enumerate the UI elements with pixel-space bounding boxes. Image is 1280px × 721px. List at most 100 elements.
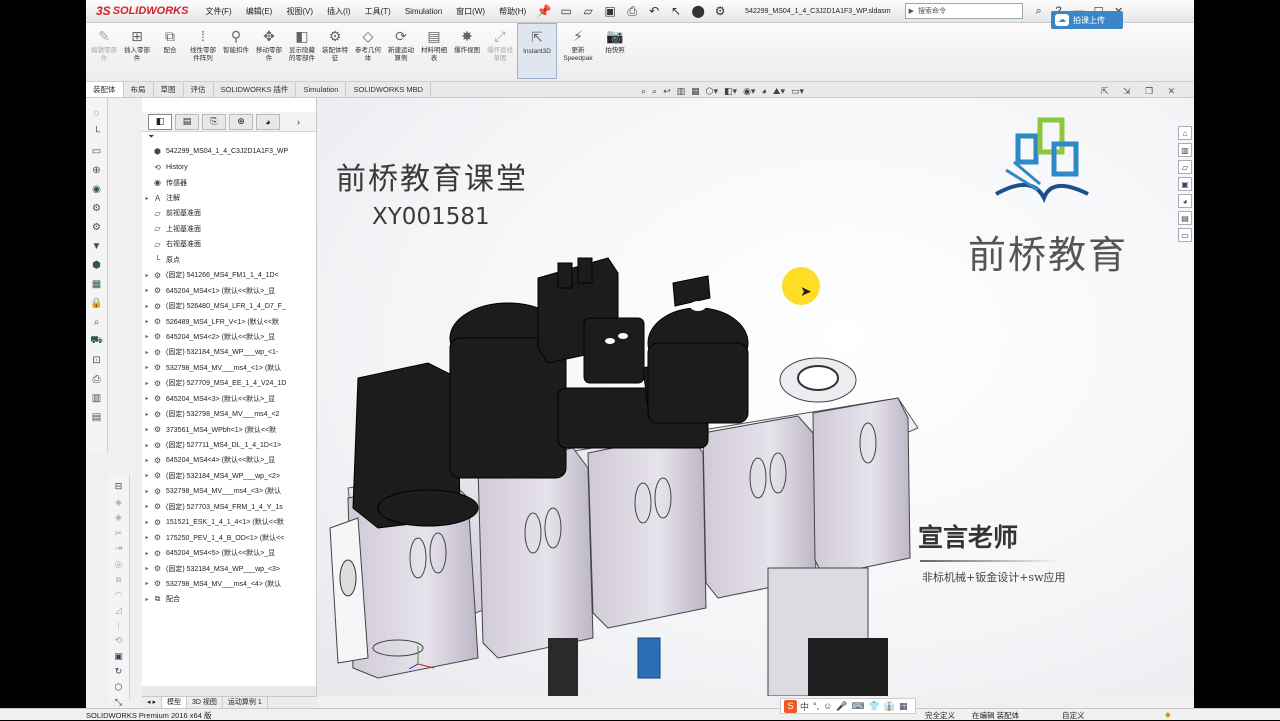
tree-item[interactable]: ▸ ⚙ 526489_MS4_LFR_V<1> (默认<<默 [142, 314, 316, 329]
constraint-icon[interactable]: ◈ [112, 512, 126, 523]
measure-icon[interactable]: ▦ [90, 277, 104, 291]
zoom-to-fit-icon[interactable]: ⌕ [641, 86, 646, 100]
shield-icon[interactable]: ⬢ [90, 258, 104, 272]
configuration-manager-tab-icon[interactable]: ⎘ [202, 113, 226, 130]
tree-item[interactable]: ▸ ⚙ (固定) 532184_MS4_WP___wp_<2> [142, 468, 316, 483]
tree-item[interactable]: ▱ 上视基准面 [142, 221, 316, 236]
expand-toggle-icon[interactable]: ▸ [142, 272, 152, 279]
chart-icon[interactable]: ▥ [90, 391, 104, 405]
offset-icon[interactable]: ◎ [112, 559, 126, 570]
cmd-show-hidden[interactable]: ◧ 显示隐藏的零部件 [286, 23, 318, 79]
gear-icon[interactable]: ⚙ [90, 220, 104, 234]
solidworks-logo[interactable]: 3S SOLIDWORKS [86, 0, 198, 23]
display-manager-tab-icon[interactable]: ◕ [256, 113, 280, 130]
expand-toggle-icon[interactable]: ▸ [142, 349, 152, 356]
expand-toggle-icon[interactable]: ▸ [142, 426, 152, 433]
cmd-smart-fastener[interactable]: ⚲ 智能扣件 [220, 23, 252, 79]
pattern-icon[interactable]: ⁞ [112, 621, 126, 631]
tab-mbd[interactable]: SOLIDWORKS MBD [346, 82, 432, 97]
tree-item[interactable]: ▸ ⚙ 645204_MS4<2> (默认<<默认>_显 [142, 329, 316, 344]
menu-tools[interactable]: 工具(T) [358, 0, 398, 23]
tree-item[interactable]: ▸ ⚙ (固定) 532798_MS4_MV___ms4_<2 [142, 406, 316, 421]
new-file-icon[interactable]: ▭ [558, 3, 574, 19]
cmd-assembly-feature[interactable]: ⚙ 装配体特征 [319, 23, 351, 79]
car-icon[interactable]: ⛟ [90, 334, 104, 348]
tree-item[interactable]: └ 原点 [142, 252, 316, 267]
line-tool-icon[interactable]: └ [90, 125, 104, 139]
skin-icon[interactable]: 👕 [869, 701, 880, 712]
tree-item[interactable]: ▸ ⧉ 配合 [142, 592, 316, 607]
tree-item[interactable]: ▸ ⚙ 645204_MS4<5> (默认<<默认>_显 [142, 545, 316, 560]
ime-mode[interactable]: 中 [800, 700, 809, 713]
menu-window[interactable]: 窗口(W) [449, 0, 492, 23]
tree-item[interactable]: ▸ ⚙ (固定) 526480_MS4_LFR_1_4_D7_F_ [142, 298, 316, 313]
tab-assembly[interactable]: 装配体 [86, 82, 124, 97]
status-units[interactable]: 自定义 [1062, 710, 1085, 721]
search-icon[interactable]: ⌕ [1029, 5, 1049, 18]
home-icon[interactable]: ⌂ [1178, 126, 1192, 140]
tree-item[interactable]: ▸ ⚙ 151521_ESK_1_4_1_4<1> (默认<<默 [142, 515, 316, 530]
display-icon[interactable]: ▭ [90, 144, 104, 158]
cube-icon[interactable]: ⬡ [112, 682, 126, 693]
view-settings-icon[interactable]: ▭▾ [791, 86, 804, 100]
status-help-icon[interactable]: ◆ [1165, 710, 1171, 719]
cmd-insert-component[interactable]: ⊞ 插入零部件 [121, 23, 153, 79]
cmd-snapshot[interactable]: 📷 拍快照 [599, 23, 631, 79]
expand-toggle-icon[interactable]: ▸ [142, 503, 152, 510]
tree-item[interactable]: ▸ ⚙ 645204_MS4<3> (默认<<默认>_显 [142, 391, 316, 406]
menu-view[interactable]: 视图(V) [279, 0, 320, 23]
table-icon[interactable]: ▤ [90, 410, 104, 424]
design-library-icon[interactable]: ▥ [1178, 143, 1192, 157]
view-palette-icon[interactable]: ▣ [1178, 177, 1192, 191]
expand-toggle-icon[interactable]: ▸ [142, 442, 152, 449]
zoom-area-icon[interactable]: ⌕ [652, 86, 657, 100]
shirt-icon[interactable]: 👔 [884, 701, 895, 712]
expand-toggle-icon[interactable]: ▸ [142, 287, 152, 294]
print-icon[interactable]: ⎙ [624, 3, 640, 19]
search-commands-input[interactable]: ▶ 搜索命令 [904, 3, 1023, 19]
expand-toggle-icon[interactable]: ▸ [142, 580, 152, 587]
section-view-icon[interactable]: ▥ [677, 86, 686, 100]
bucket-icon[interactable]: ▼ [90, 239, 104, 253]
expand-toggle-icon[interactable]: ▸ [142, 318, 152, 325]
property-manager-tab-icon[interactable]: ▤ [175, 113, 199, 130]
tree-item[interactable]: ▸ ⚙ 373561_MS4_WPbh<1> (默认<<默 [142, 422, 316, 437]
feature-manager-tab-icon[interactable]: ◧ [148, 113, 172, 130]
expand-toggle-icon[interactable]: ▸ [142, 411, 152, 418]
lock-icon[interactable]: 🔒 [90, 296, 104, 310]
forum-icon[interactable]: ▭ [1178, 228, 1192, 242]
view-orientation-icon[interactable]: ⬡▾ [706, 86, 718, 100]
tree-item[interactable]: ▸ ⚙ (固定) 532184_MS4_WP___wp_<3> [142, 561, 316, 576]
tree-item[interactable]: ▸ ⚙ (固定) 527711_MS4_DL_1_4_1D<1> [142, 437, 316, 452]
expand-toggle-icon[interactable]: ▸ [142, 472, 152, 479]
cmd-mate[interactable]: ⧉ 配合 [154, 23, 186, 79]
dimxpert-tab-icon[interactable]: ⊕ [229, 113, 253, 130]
undo-icon[interactable]: ↶ [646, 3, 662, 19]
display-style-icon[interactable]: ◧▾ [724, 86, 737, 100]
microphone-icon[interactable]: 🎤 [836, 701, 847, 712]
tree-item[interactable]: ▸ ⚙ (固定) 541266_MS4_FM1_1_4_1D< [142, 268, 316, 283]
tab-evaluate[interactable]: 评估 [184, 82, 214, 97]
expand-toggle-icon[interactable]: ▸ [142, 303, 152, 310]
zoom-icon[interactable]: ⊕ [90, 163, 104, 177]
chamfer-icon[interactable]: ◿ [112, 605, 126, 616]
block-icon[interactable]: ▣ [112, 651, 126, 662]
tree-item[interactable]: ▸ A 注解 [142, 190, 316, 205]
tree-item[interactable]: ▸ ⚙ 532798_MS4_MV___ms4_<1> (默认 [142, 360, 316, 375]
scale-icon[interactable]: ⤡ [112, 697, 126, 708]
tree-item[interactable]: ▸ ⚙ 645204_MS4<1> (默认<<默认>_显 [142, 283, 316, 298]
expand-toggle-icon[interactable]: ▸ [142, 550, 152, 557]
expand-toggle-icon[interactable]: ▸ [142, 457, 152, 464]
pin-icon[interactable]: 📌 [536, 3, 552, 19]
viewport-window-controls[interactable]: ⇱ ⇲ ❐ ✕ [1101, 86, 1184, 97]
convert-icon[interactable]: ⟲ [112, 635, 126, 646]
tab-addins[interactable]: SOLIDWORKS 插件 [214, 82, 297, 97]
sketch-icon[interactable]: ⊟ [112, 481, 126, 492]
extend-icon[interactable]: ⇥ [112, 543, 126, 554]
edit-appearance-icon[interactable]: ◕ [761, 86, 766, 100]
tree-item[interactable]: ▸ ⚙ 645204_MS4<4> (默认<<默认>_显 [142, 453, 316, 468]
tree-item[interactable]: ◉ 传感器 [142, 175, 316, 190]
cmd-bom[interactable]: ▤ 材料明细表 [418, 23, 450, 79]
appearance-icon[interactable]: ◉ [90, 182, 104, 196]
menu-edit[interactable]: 编辑(E) [239, 0, 280, 23]
